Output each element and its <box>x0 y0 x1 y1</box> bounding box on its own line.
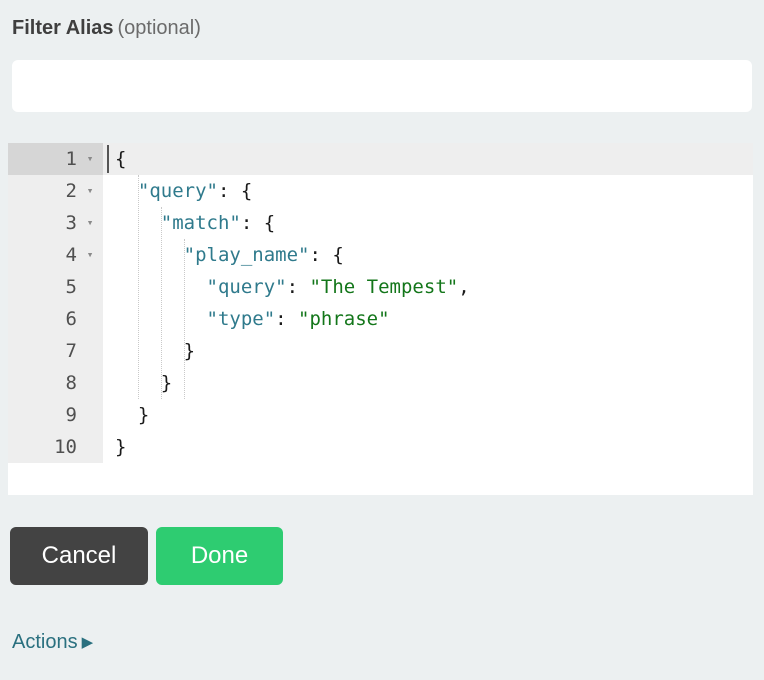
code-token-punct: } <box>115 436 127 458</box>
code-line[interactable]: 9 } <box>8 399 753 431</box>
code-token-punct: } <box>115 340 196 362</box>
caret-right-icon: ▶ <box>81 634 94 651</box>
code-token-key: "query" <box>206 276 287 298</box>
page-title: Filter Alias (optional) <box>12 14 201 42</box>
line-number-gutter: 9 <box>8 399 103 431</box>
chevron-down-icon[interactable]: ▾ <box>83 143 97 175</box>
code-line[interactable]: 2 ▾ "query": { <box>8 175 753 207</box>
line-number-gutter: 5 <box>8 271 103 303</box>
code-line-text[interactable]: } <box>103 431 753 463</box>
line-number-gutter: 10 <box>8 431 103 463</box>
code-token-punct: : { <box>309 244 344 266</box>
text-cursor <box>107 145 109 173</box>
line-number: 4 <box>65 244 77 266</box>
code-token-key: "type" <box>206 308 276 330</box>
line-number-gutter: 3 ▾ <box>8 207 103 239</box>
code-token-punct: : <box>275 308 299 330</box>
code-token-punct: { <box>115 148 127 170</box>
chevron-down-icon[interactable]: ▾ <box>83 239 97 271</box>
code-line-text[interactable]: "play_name": { <box>103 239 753 271</box>
code-line-text[interactable]: { <box>103 143 753 175</box>
code-token-punct <box>115 180 138 202</box>
cancel-button[interactable]: Cancel <box>10 527 148 585</box>
chevron-down-icon[interactable]: ▾ <box>83 207 97 239</box>
line-number-gutter: 4 ▾ <box>8 239 103 271</box>
code-token-punct <box>115 212 161 234</box>
code-line[interactable]: 6 "type": "phrase" <box>8 303 753 335</box>
code-line[interactable]: 10} <box>8 431 753 463</box>
code-token-key: "play_name" <box>183 244 310 266</box>
code-line-text[interactable]: } <box>103 399 753 431</box>
code-token-punct: : { <box>240 212 276 234</box>
filter-alias-input[interactable] <box>12 60 752 112</box>
line-number: 5 <box>65 276 77 298</box>
code-line-text[interactable]: "type": "phrase" <box>103 303 753 335</box>
line-number: 6 <box>65 308 77 330</box>
line-number: 8 <box>65 372 77 394</box>
code-token-punct: } <box>115 404 150 426</box>
code-token-punct: : { <box>217 180 253 202</box>
code-line-text[interactable]: "match": { <box>103 207 753 239</box>
code-line[interactable]: 4 ▾ "play_name": { <box>8 239 753 271</box>
code-token-punct: } <box>115 372 173 394</box>
code-token-str: "phrase" <box>298 308 390 330</box>
line-number: 7 <box>65 340 77 362</box>
line-number: 1 <box>65 148 77 170</box>
code-line[interactable]: 7 } <box>8 335 753 367</box>
code-line[interactable]: 3 ▾ "match": { <box>8 207 753 239</box>
line-number: 9 <box>65 404 77 426</box>
code-token-punct <box>115 308 207 330</box>
code-token-punct: : <box>286 276 310 298</box>
code-token-punct <box>115 276 207 298</box>
code-token-key: "match" <box>160 212 241 234</box>
code-line[interactable]: 8 } <box>8 367 753 399</box>
code-token-key: "query" <box>137 180 218 202</box>
code-line-text[interactable]: } <box>103 335 753 367</box>
line-number-gutter: 1 ▾ <box>8 143 103 175</box>
code-line-text[interactable]: } <box>103 367 753 399</box>
line-number-gutter: 2 ▾ <box>8 175 103 207</box>
actions-link-label: Actions <box>12 631 78 653</box>
line-number-gutter: 7 <box>8 335 103 367</box>
field-optional-note: (optional) <box>117 17 201 39</box>
code-line-list[interactable]: 1 ▾{2 ▾ "query": {3 ▾ "match": {4 ▾ "play_na… <box>8 143 753 463</box>
json-code-editor[interactable]: 1 ▾{2 ▾ "query": {3 ▾ "match": {4 ▾ "play_na… <box>8 143 753 495</box>
code-line[interactable]: 5 "query": "The Tempest", <box>8 271 753 303</box>
code-token-str: "The Tempest" <box>309 276 459 298</box>
line-number: 2 <box>65 180 77 202</box>
code-line-text[interactable]: "query": "The Tempest", <box>103 271 753 303</box>
editor-scroll-area[interactable]: 1 ▾{2 ▾ "query": {3 ▾ "match": {4 ▾ "play_na… <box>8 143 753 495</box>
code-line-text[interactable]: "query": { <box>103 175 753 207</box>
code-line[interactable]: 1 ▾{ <box>8 143 753 175</box>
chevron-down-icon[interactable]: ▾ <box>83 175 97 207</box>
code-token-punct <box>115 244 184 266</box>
line-number-gutter: 6 <box>8 303 103 335</box>
line-number-gutter: 8 <box>8 367 103 399</box>
field-label: Filter Alias <box>12 17 114 39</box>
actions-link[interactable]: Actions ▶ <box>12 628 93 657</box>
done-button[interactable]: Done <box>156 527 283 585</box>
line-number: 3 <box>65 212 77 234</box>
line-number: 10 <box>54 436 77 458</box>
code-token-punct: , <box>458 276 470 298</box>
